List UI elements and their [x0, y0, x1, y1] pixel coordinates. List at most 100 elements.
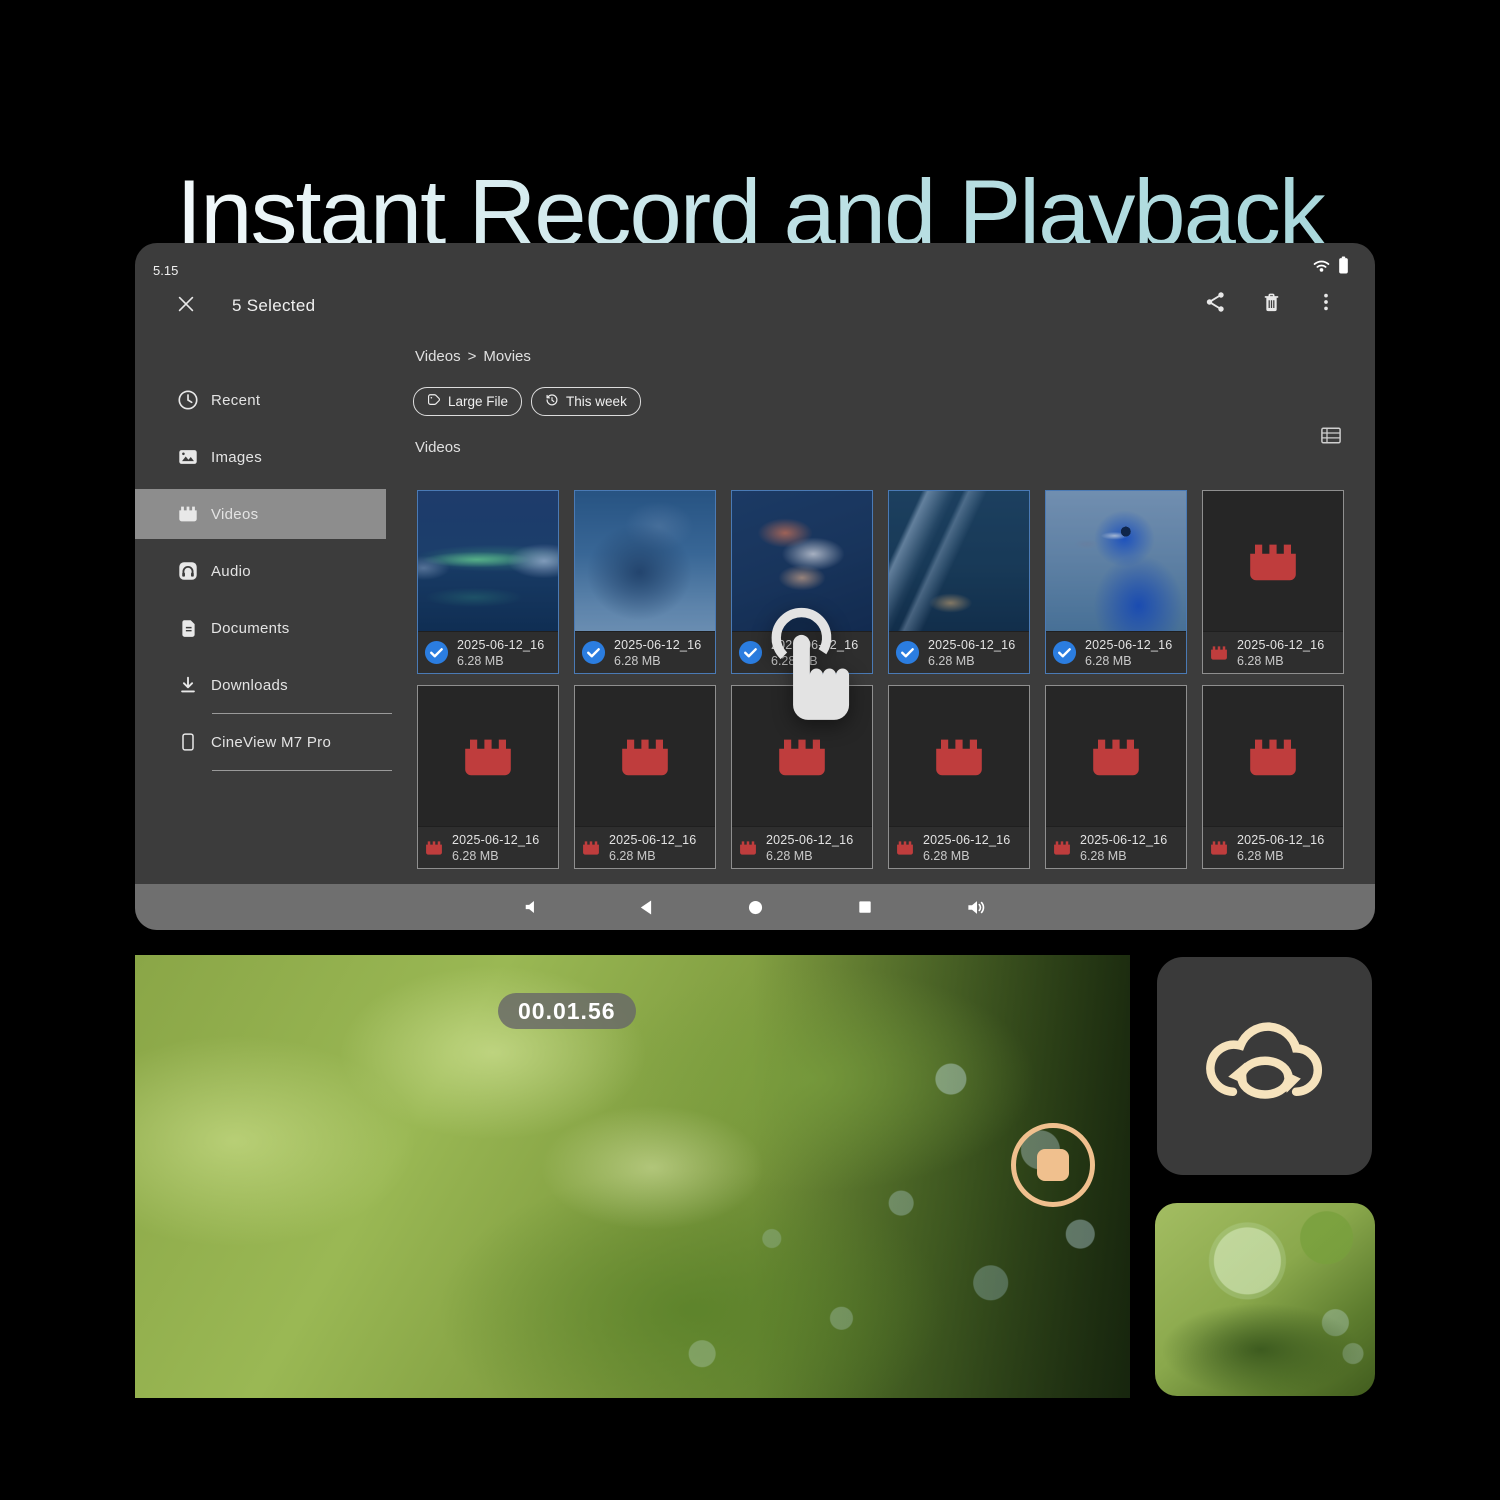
- video-thumb-peacock: [1046, 491, 1186, 631]
- breadcrumb-current[interactable]: Movies: [483, 348, 531, 365]
- file-size: 6.28 MB: [609, 848, 696, 864]
- file-name: 2025-06-12_16: [1237, 832, 1324, 848]
- chip-label: Large File: [448, 394, 508, 409]
- selected-check-icon[interactable]: [895, 640, 920, 665]
- movie-icon: [459, 732, 517, 780]
- sidebar-item-downloads[interactable]: Downloads: [135, 660, 386, 710]
- history-icon: [545, 393, 559, 410]
- image-icon: [175, 446, 201, 468]
- file-size: 6.28 MB: [1080, 848, 1167, 864]
- file-size: 6.28 MB: [1085, 653, 1172, 669]
- video-placeholder-thumb: [889, 686, 1029, 826]
- tile-caption: 2025-06-12_166.28 MB: [1046, 826, 1186, 868]
- sidebar-item-label: CineView M7 Pro: [211, 734, 331, 751]
- sidebar-item-videos[interactable]: Videos: [135, 489, 386, 539]
- tablet-mockup: 5.15 5 Selected Recent Images Videos Audio D…: [135, 243, 1375, 930]
- tile-caption: 2025-06-12_166.28 MB: [1046, 631, 1186, 673]
- filter-chip-large-file[interactable]: Large File: [413, 387, 522, 416]
- list-view-toggle-icon[interactable]: [1321, 427, 1341, 449]
- video-tile[interactable]: 2025-06-12_166.28 MB: [417, 490, 559, 674]
- tile-caption: 2025-06-12_166.28 MB: [418, 826, 558, 868]
- file-name: 2025-06-12_16: [1085, 637, 1172, 653]
- wifi-icon: [1312, 258, 1331, 278]
- video-placeholder-thumb: [1203, 686, 1343, 826]
- file-size: 6.28 MB: [928, 653, 1015, 669]
- sidebar-item-images[interactable]: Images: [135, 432, 386, 482]
- video-tile[interactable]: 2025-06-12_166.28 MB: [574, 490, 716, 674]
- sidebar-item-cineview-m7-pro[interactable]: CineView M7 Pro: [135, 717, 386, 767]
- share-icon[interactable]: [1204, 290, 1228, 314]
- more-options-icon[interactable]: [1315, 291, 1337, 313]
- sidebar-item-label: Documents: [211, 620, 290, 637]
- status-time: 5.15: [153, 263, 178, 278]
- movie-icon: [1209, 838, 1229, 858]
- movie-icon: [581, 838, 601, 858]
- video-tile[interactable]: 2025-06-12_166.28 MB: [1045, 490, 1187, 674]
- selected-check-icon[interactable]: [1052, 640, 1077, 665]
- movie-icon: [1244, 537, 1302, 585]
- sidebar-item-documents[interactable]: Documents: [135, 603, 386, 653]
- tile-caption: 2025-06-12_166.28 MB: [1203, 826, 1343, 868]
- sidebar-item-label: Downloads: [211, 677, 288, 694]
- video-tile[interactable]: 2025-06-12_166.28 MB: [574, 685, 716, 869]
- nav-recents-button[interactable]: [858, 900, 872, 914]
- document-icon: [175, 618, 201, 639]
- tap-hand-cursor: [752, 606, 864, 737]
- movie-icon: [424, 838, 444, 858]
- selected-check-icon[interactable]: [581, 640, 606, 665]
- file-name: 2025-06-12_16: [457, 637, 544, 653]
- movie-icon: [1087, 732, 1145, 780]
- sidebar-item-audio[interactable]: Audio: [135, 546, 386, 596]
- video-tile[interactable]: 2025-06-12_166.28 MB: [417, 685, 559, 869]
- playback-thumbnail: [1155, 1203, 1375, 1396]
- breadcrumb-parent[interactable]: Videos: [415, 348, 461, 365]
- movie-icon: [175, 503, 201, 525]
- recording-timestamp: 00.01.56: [498, 993, 636, 1029]
- movie-icon: [738, 838, 758, 858]
- file-name: 2025-06-12_16: [766, 832, 853, 848]
- video-tile[interactable]: 2025-06-12_166.28 MB: [1202, 685, 1344, 869]
- file-size: 6.28 MB: [457, 653, 544, 669]
- movie-icon: [1052, 838, 1072, 858]
- video-placeholder-thumb: [1046, 686, 1186, 826]
- nav-volume-up-button[interactable]: [967, 899, 987, 916]
- nav-home-button[interactable]: [748, 900, 763, 915]
- section-label: Videos: [415, 439, 461, 456]
- movie-icon: [1244, 732, 1302, 780]
- tag-icon: [427, 393, 441, 410]
- status-icons: [1312, 256, 1349, 279]
- nav-back-button[interactable]: [638, 899, 653, 916]
- file-name: 2025-06-12_16: [1080, 832, 1167, 848]
- device-icon: [175, 732, 201, 752]
- file-size: 6.28 MB: [452, 848, 539, 864]
- movie-icon: [895, 838, 915, 858]
- video-thumb-aurora: [418, 491, 558, 631]
- delete-icon[interactable]: [1260, 291, 1283, 314]
- nav-volume-down-button[interactable]: [524, 899, 543, 915]
- battery-icon: [1338, 256, 1349, 279]
- video-tile[interactable]: 2025-06-12_166.28 MB: [888, 490, 1030, 674]
- tile-caption: 2025-06-12_166.28 MB: [889, 826, 1029, 868]
- file-size: 6.28 MB: [1237, 653, 1324, 669]
- movie-icon: [616, 732, 674, 780]
- selected-check-icon[interactable]: [424, 640, 449, 665]
- filter-chips: Large File This week: [413, 387, 641, 416]
- selection-count: 5 Selected: [232, 296, 315, 316]
- file-size: 6.28 MB: [1237, 848, 1324, 864]
- sidebar-item-label: Videos: [211, 506, 258, 523]
- video-tile[interactable]: 2025-06-12_166.28 MB: [1202, 490, 1344, 674]
- movie-icon: [1209, 643, 1229, 663]
- sidebar-item-label: Audio: [211, 563, 251, 580]
- file-name: 2025-06-12_16: [452, 832, 539, 848]
- video-tile[interactable]: 2025-06-12_166.28 MB: [888, 685, 1030, 869]
- cloud-sync-icon: [1199, 1002, 1331, 1130]
- breadcrumb: Videos > Movies: [415, 348, 531, 365]
- sidebar-item-recent[interactable]: Recent: [135, 375, 386, 425]
- file-size: 6.28 MB: [923, 848, 1010, 864]
- video-tile[interactable]: 2025-06-12_166.28 MB: [1045, 685, 1187, 869]
- movie-icon: [930, 732, 988, 780]
- file-name: 2025-06-12_16: [923, 832, 1010, 848]
- stop-record-button[interactable]: [1011, 1123, 1095, 1207]
- close-icon[interactable]: [175, 293, 197, 315]
- filter-chip-this-week[interactable]: This week: [531, 387, 641, 416]
